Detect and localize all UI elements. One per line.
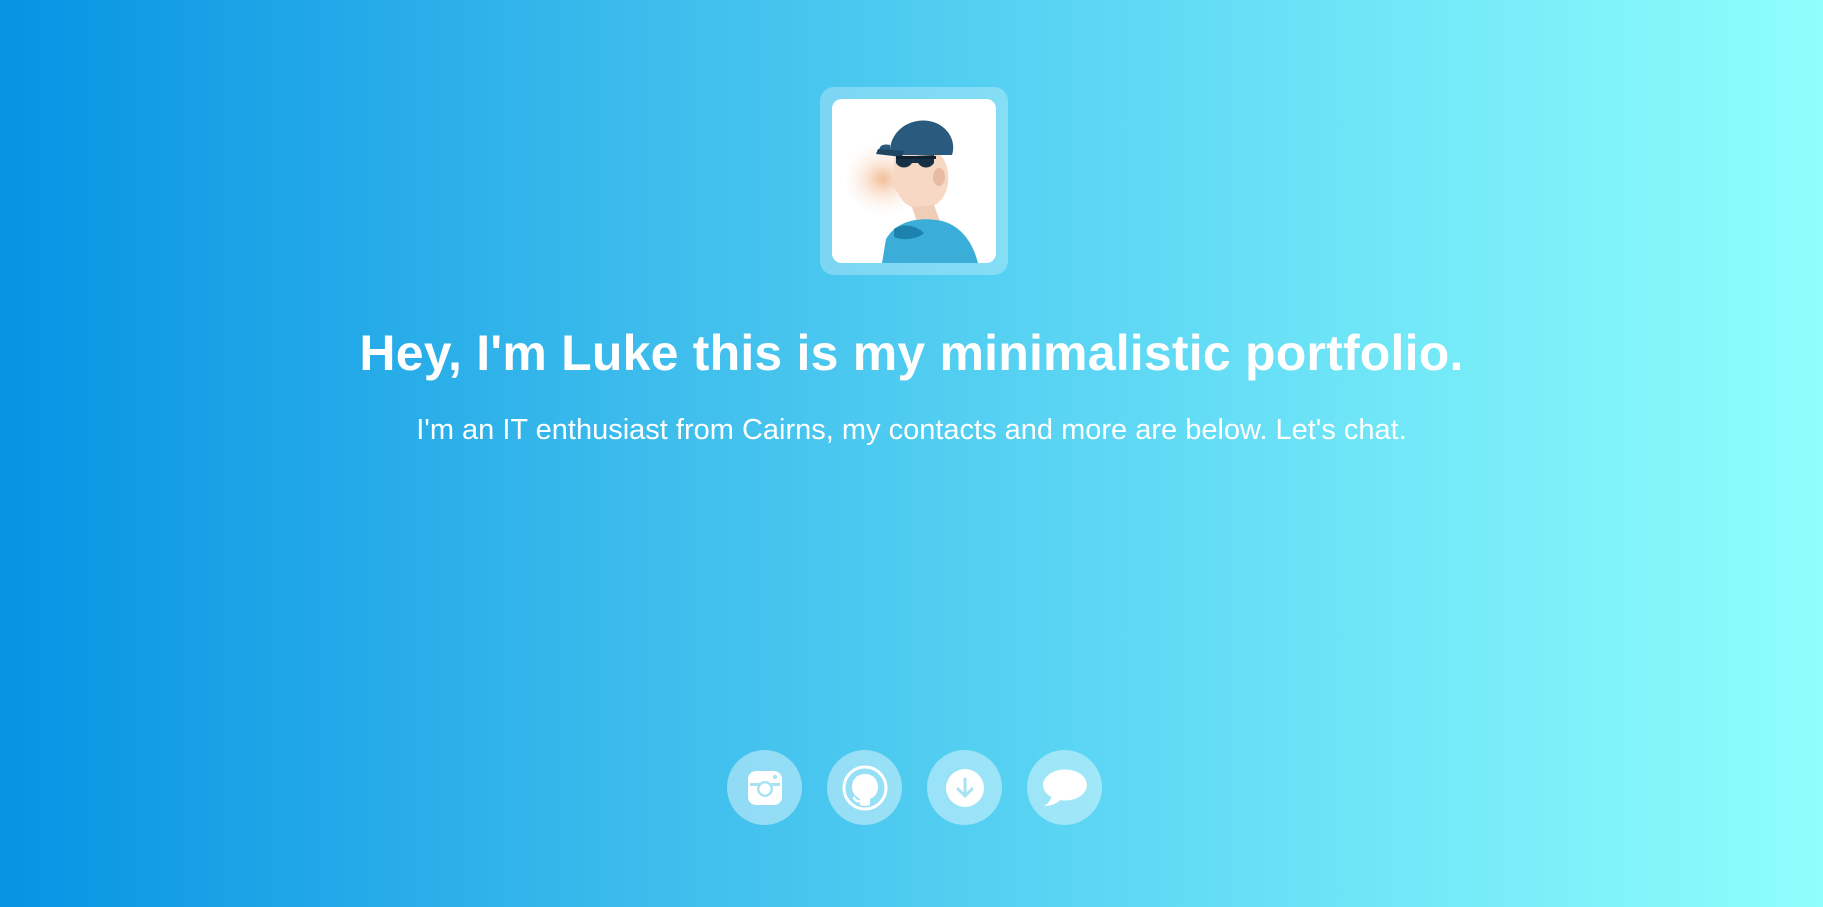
avatar [832, 99, 996, 263]
portrait-illustration [832, 99, 996, 263]
instagram-button[interactable] [727, 750, 802, 825]
social-links [727, 750, 1102, 826]
chat-icon [1042, 769, 1087, 806]
instagram-icon [747, 770, 782, 805]
chat-button[interactable] [1027, 750, 1102, 825]
download-button[interactable] [927, 750, 1002, 825]
github-button[interactable] [827, 750, 902, 825]
avatar-frame [820, 87, 1008, 275]
page-title: Hey, I'm Luke this is my minimalistic po… [359, 325, 1464, 381]
download-icon [945, 768, 984, 807]
github-icon [842, 765, 887, 810]
page-subtitle: I'm an IT enthusiast from Cairns, my con… [416, 414, 1407, 446]
